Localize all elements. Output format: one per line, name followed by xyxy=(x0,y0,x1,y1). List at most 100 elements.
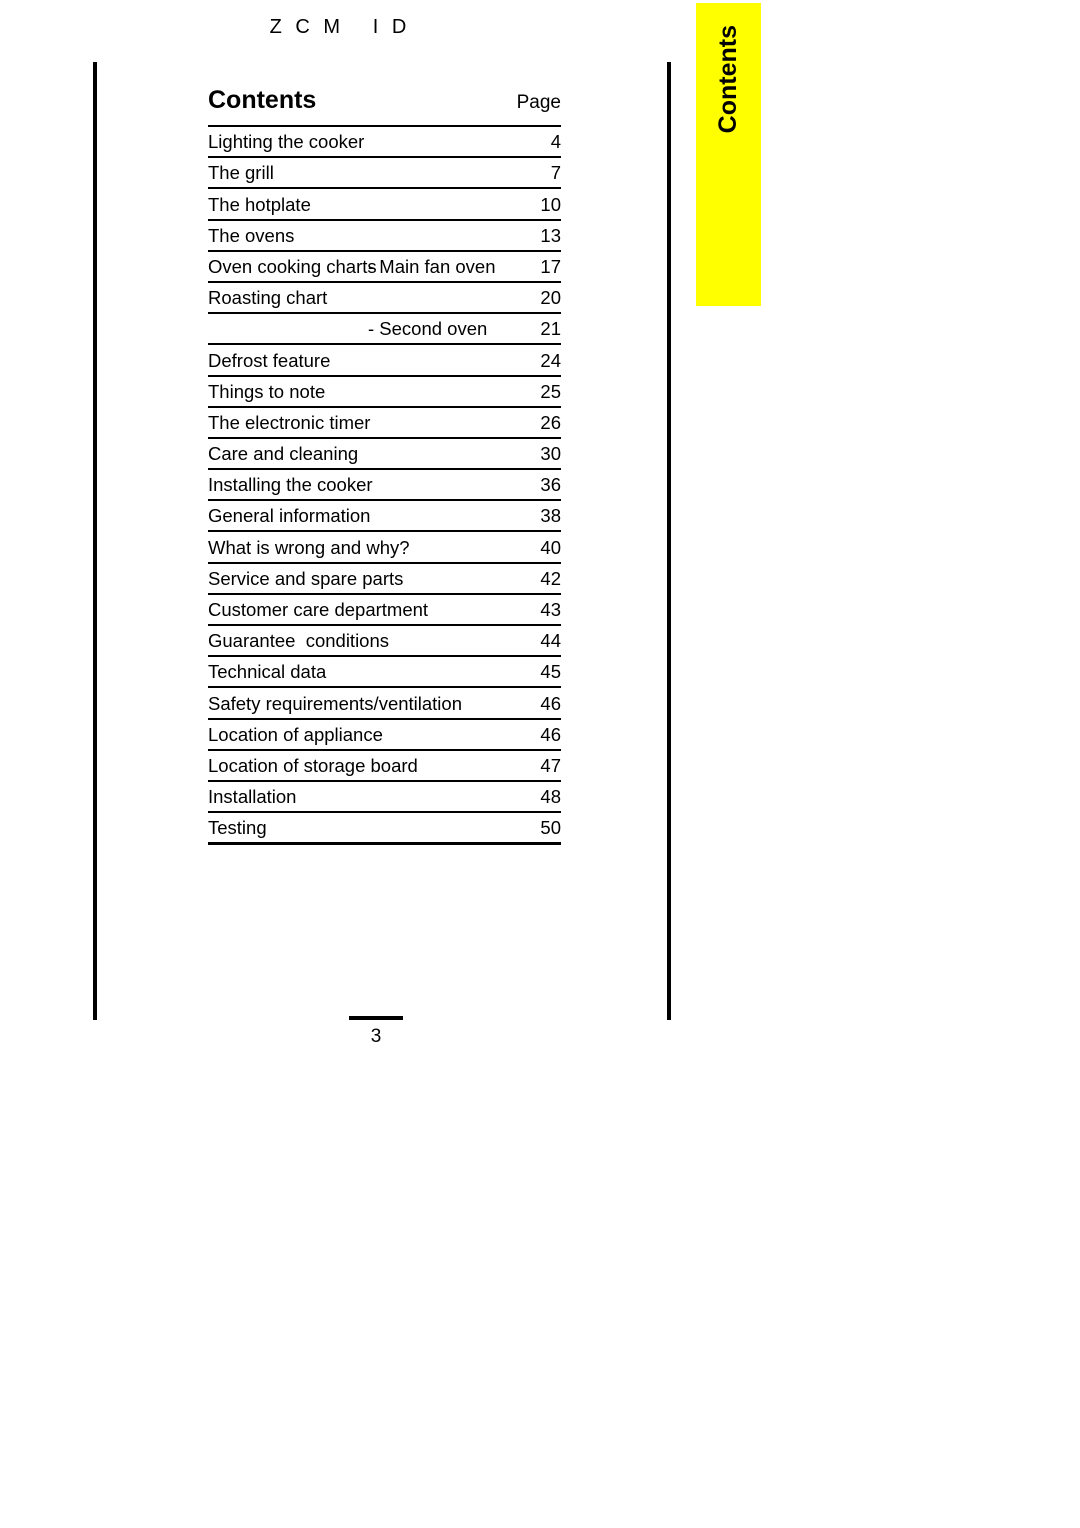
toc-entry-page: 13 xyxy=(501,218,561,251)
toc-row[interactable]: The grill 7 xyxy=(208,156,561,189)
running-header: Z C M I D xyxy=(269,16,411,38)
toc-entry-page: 20 xyxy=(501,280,561,314)
toc-entry-page: 10 xyxy=(501,187,561,220)
toc-entry-subtitle: - Main fan oven xyxy=(368,249,501,282)
toc-entry-title: Oven cooking charts xyxy=(208,249,377,282)
toc-entry-title: Things to note xyxy=(208,374,368,407)
toc-row[interactable]: What is wrong and why? 40 xyxy=(208,530,561,563)
toc-table: Lighting the cooker 4 The grill 7 The hotpla… xyxy=(208,124,561,845)
toc-entry-page: 7 xyxy=(501,156,561,189)
toc-entry-subtitle xyxy=(368,374,501,407)
toc-entry-title: Lighting the cooker xyxy=(208,124,368,158)
toc-entry-subtitle xyxy=(368,218,501,251)
page-footer: 3 xyxy=(296,1016,456,1048)
toc-entry-title: The grill xyxy=(208,156,368,189)
toc-entry-title: Safety requirements/ventilation xyxy=(208,686,462,719)
toc-row[interactable]: The hotplate 10 xyxy=(208,187,561,220)
toc-entry-page: 42 xyxy=(501,561,561,594)
toc-entry-page: 46 xyxy=(501,686,561,719)
toc-row[interactable]: - Second oven 21 xyxy=(208,312,561,345)
toc-entry-subtitle xyxy=(368,124,501,158)
toc-row[interactable]: Things to note 25 xyxy=(208,374,561,407)
toc-row[interactable]: The electronic timer 26 xyxy=(208,405,561,438)
toc-entry-title: Location of appliance xyxy=(208,717,383,750)
toc-entry-title: The ovens xyxy=(208,218,368,251)
toc-entry-subtitle xyxy=(368,405,501,438)
toc-entry-title xyxy=(208,312,368,345)
toc-row[interactable]: Testing 50 xyxy=(208,811,561,845)
toc-entry-page: 38 xyxy=(501,499,561,532)
toc-entry-page: 36 xyxy=(501,468,561,501)
toc-row[interactable]: Location of appliance 46 xyxy=(208,717,561,750)
toc-row[interactable]: Service and spare parts 42 xyxy=(208,561,561,594)
toc-entry-title: General information xyxy=(208,499,370,532)
toc-row[interactable]: Location of storage board 47 xyxy=(208,748,561,781)
toc-entry-page: 45 xyxy=(501,655,561,688)
page-column-header: Page xyxy=(516,92,561,113)
toc-row[interactable]: General information 38 xyxy=(208,499,561,532)
toc-entry-subtitle xyxy=(368,468,501,501)
toc-row[interactable]: Installation 48 xyxy=(208,779,561,813)
toc-entry-page: 40 xyxy=(501,530,561,563)
toc-entry-title: The hotplate xyxy=(208,187,368,220)
toc-entry-page: 46 xyxy=(501,717,561,750)
toc-entry-title: Guarantee conditions xyxy=(208,623,389,657)
toc-entry-page: 17 xyxy=(501,249,561,282)
toc-row[interactable]: Oven cooking charts - Main fan oven 17 xyxy=(208,249,561,282)
toc-entry-title: Testing xyxy=(208,811,368,845)
page-frame-rule-left xyxy=(93,62,97,1020)
toc-entry-title: Defrost feature xyxy=(208,343,368,376)
footer-page-number: 3 xyxy=(370,1026,382,1047)
toc-entry-page: 21 xyxy=(501,312,561,345)
toc-entry-title: Installation xyxy=(208,779,368,813)
toc-entry-page: 44 xyxy=(501,623,561,657)
toc-entry-subtitle xyxy=(368,779,501,813)
toc-entry-title: Service and spare parts xyxy=(208,561,403,594)
toc-entry-page: 30 xyxy=(501,436,561,470)
toc-entry-page: 4 xyxy=(501,124,561,158)
toc-entry-title: The electronic timer xyxy=(208,405,370,438)
table-of-contents: Contents Page Lighting the cooker 4 The gr… xyxy=(208,86,561,845)
toc-row[interactable]: Safety requirements/ventilation 46 xyxy=(208,686,561,719)
toc-entry-page: 43 xyxy=(501,592,561,625)
toc-entry-page: 26 xyxy=(501,405,561,438)
toc-row[interactable]: Customer care department 43 xyxy=(208,592,561,625)
toc-row[interactable]: Roasting chart 20 xyxy=(208,280,561,314)
toc-entry-subtitle xyxy=(368,156,501,189)
toc-entry-title: Care and cleaning xyxy=(208,436,368,470)
toc-row[interactable]: Guarantee conditions 44 xyxy=(208,623,561,657)
page-frame-rule-right xyxy=(667,62,671,1020)
toc-row[interactable]: Defrost feature 24 xyxy=(208,343,561,376)
thumb-tab-label: Contents xyxy=(714,25,742,134)
toc-entry-subtitle xyxy=(368,499,501,532)
toc-entry-title: Location of storage board xyxy=(208,748,418,781)
footer-divider xyxy=(349,1016,403,1020)
toc-entry-page: 24 xyxy=(501,343,561,376)
toc-row[interactable]: Installing the cooker 36 xyxy=(208,468,561,501)
toc-entry-subtitle xyxy=(368,436,501,470)
toc-entry-page: 25 xyxy=(501,374,561,407)
toc-entry-title: Customer care department xyxy=(208,592,428,625)
toc-entry-subtitle xyxy=(368,811,501,845)
toc-entry-subtitle xyxy=(368,280,501,314)
toc-entry-title: Roasting chart xyxy=(208,280,368,314)
toc-entry-subtitle xyxy=(368,343,501,376)
toc-entry-subtitle xyxy=(368,717,501,750)
toc-entry-page: 47 xyxy=(501,748,561,781)
toc-row[interactable]: Technical data 45 xyxy=(208,655,561,688)
toc-entry-page: 48 xyxy=(501,779,561,813)
toc-entry-subtitle: - Second oven xyxy=(368,312,501,345)
thumb-tab-contents: Contents xyxy=(696,3,761,306)
toc-entry-title: What is wrong and why? xyxy=(208,530,410,563)
toc-row[interactable]: Lighting the cooker 4 xyxy=(208,124,561,158)
toc-entry-subtitle xyxy=(368,655,501,688)
toc-row[interactable]: Care and cleaning 30 xyxy=(208,436,561,470)
toc-entry-title: Technical data xyxy=(208,655,368,688)
toc-row[interactable]: The ovens 13 xyxy=(208,218,561,251)
contents-header-row: Contents Page xyxy=(208,86,561,125)
page-title: Contents xyxy=(208,86,317,114)
toc-entry-subtitle xyxy=(368,187,501,220)
toc-entry-title: Installing the cooker xyxy=(208,468,373,501)
toc-entry-page: 50 xyxy=(501,811,561,845)
toc-table-body: Lighting the cooker 4 The grill 7 The hotpla… xyxy=(208,124,561,845)
